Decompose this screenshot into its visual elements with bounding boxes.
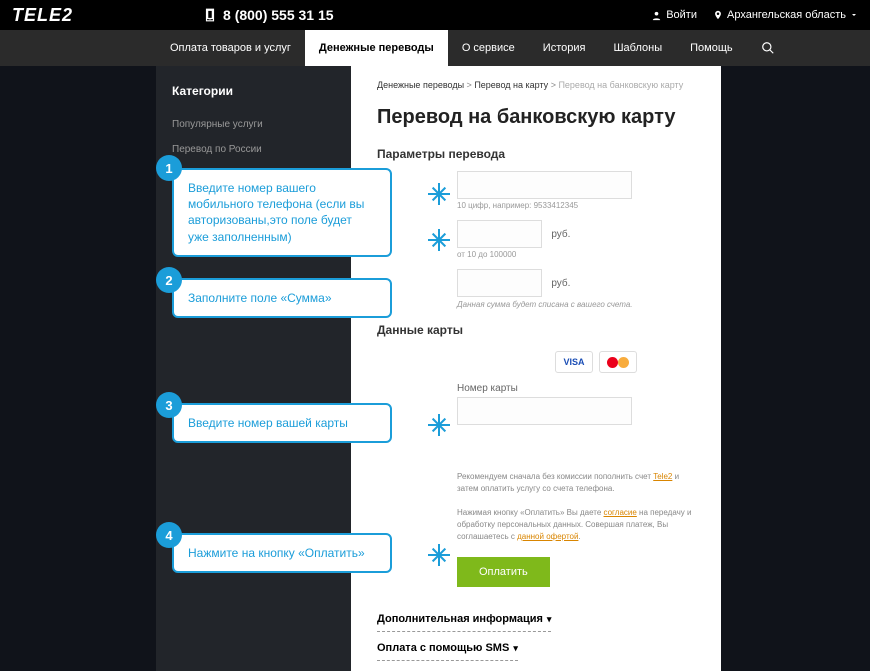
mastercard-icon bbox=[599, 351, 637, 373]
main-nav: Оплата товаров и услуг Денежные переводы… bbox=[0, 30, 870, 66]
step-badge-3: 3 bbox=[156, 392, 182, 418]
nav-tab-about[interactable]: О сервисе bbox=[448, 30, 529, 66]
nav-tab-help[interactable]: Помощь bbox=[676, 30, 747, 66]
nav-tab-history[interactable]: История bbox=[529, 30, 600, 66]
section-card: Данные карты bbox=[377, 323, 695, 337]
card-label: Номер карты bbox=[457, 383, 695, 394]
offer-link[interactable]: данной офертой bbox=[517, 532, 578, 541]
breadcrumb-2[interactable]: Перевод на карту bbox=[474, 80, 548, 90]
callout-1: Введите номер вашего мобильного телефона… bbox=[172, 168, 392, 257]
search-icon bbox=[761, 41, 775, 55]
step-badge-1: 1 bbox=[156, 155, 182, 181]
callout-3: Введите номер вашей карты bbox=[172, 403, 392, 443]
nav-tab-payments[interactable]: Оплата товаров и услуг bbox=[156, 30, 305, 66]
section-params: Параметры перевода bbox=[377, 147, 695, 161]
location-icon bbox=[713, 10, 723, 20]
pointer-2 bbox=[428, 229, 450, 251]
card-number-input[interactable] bbox=[457, 397, 632, 425]
breadcrumb-1[interactable]: Денежные переводы bbox=[377, 80, 464, 90]
chevron-down-icon: ▾ bbox=[513, 643, 518, 653]
phone-hint: 10 цифр, например: 9533412345 bbox=[457, 201, 695, 210]
pointer-1 bbox=[428, 183, 450, 205]
pointer-4 bbox=[428, 544, 450, 566]
main-content: Денежные переводы > Перевод на карту > П… bbox=[351, 66, 721, 671]
amount-hint: от 10 до 100000 bbox=[457, 250, 695, 259]
consent-link[interactable]: согласие bbox=[604, 508, 637, 517]
fee-input bbox=[457, 269, 542, 297]
step-badge-4: 4 bbox=[156, 522, 182, 548]
search-button[interactable] bbox=[747, 30, 789, 66]
visa-icon: VISA bbox=[555, 351, 593, 373]
page-title: Перевод на банковскую карту bbox=[377, 106, 695, 129]
amount-input[interactable] bbox=[457, 220, 542, 248]
sidebar-item-popular[interactable]: Популярные услуги bbox=[156, 112, 351, 137]
callout-2: Заполните поле «Сумма» bbox=[172, 278, 392, 318]
tele2-link[interactable]: Tele2 bbox=[653, 472, 672, 481]
breadcrumb: Денежные переводы > Перевод на карту > П… bbox=[377, 80, 695, 90]
phone-input[interactable] bbox=[457, 171, 632, 199]
nav-tab-transfers[interactable]: Денежные переводы bbox=[305, 30, 448, 66]
top-bar: TELE2 8 (800) 555 31 15 Войти Архангельс… bbox=[0, 0, 870, 30]
pay-button[interactable]: Оплатить bbox=[457, 557, 550, 587]
login-link[interactable]: Войти bbox=[651, 9, 697, 21]
chevron-down-icon bbox=[850, 11, 858, 19]
additional-info-toggle[interactable]: Дополнительная информация▾ bbox=[377, 607, 551, 632]
breadcrumb-3: Перевод на банковскую карту bbox=[558, 80, 683, 90]
sidebar-title: Категории bbox=[156, 80, 351, 112]
fee-unit: руб. bbox=[551, 278, 570, 289]
callout-4: Нажмите на кнопку «Оплатить» bbox=[172, 533, 392, 573]
support-phone: 8 (800) 555 31 15 bbox=[203, 7, 334, 23]
sms-payment-toggle[interactable]: Оплата с помощью SMS▾ bbox=[377, 636, 518, 661]
step-badge-2: 2 bbox=[156, 267, 182, 293]
amount-unit: руб. bbox=[551, 229, 570, 240]
user-icon bbox=[651, 10, 662, 21]
logo: TELE2 bbox=[12, 5, 73, 26]
fee-note: Данная сумма будет списана с вашего счет… bbox=[457, 300, 695, 309]
phone-icon bbox=[203, 8, 217, 22]
chevron-down-icon: ▾ bbox=[547, 614, 552, 624]
sidebar: Категории Популярные услуги Перевод по Р… bbox=[156, 66, 351, 671]
pointer-3 bbox=[428, 414, 450, 436]
sidebar-item-russia[interactable]: Перевод по России bbox=[156, 137, 351, 162]
nav-tab-templates[interactable]: Шаблоны bbox=[599, 30, 676, 66]
region-selector[interactable]: Архангельская область bbox=[713, 9, 858, 21]
recommendation-text: Рекомендуем сначала без комиссии пополни… bbox=[457, 471, 695, 543]
